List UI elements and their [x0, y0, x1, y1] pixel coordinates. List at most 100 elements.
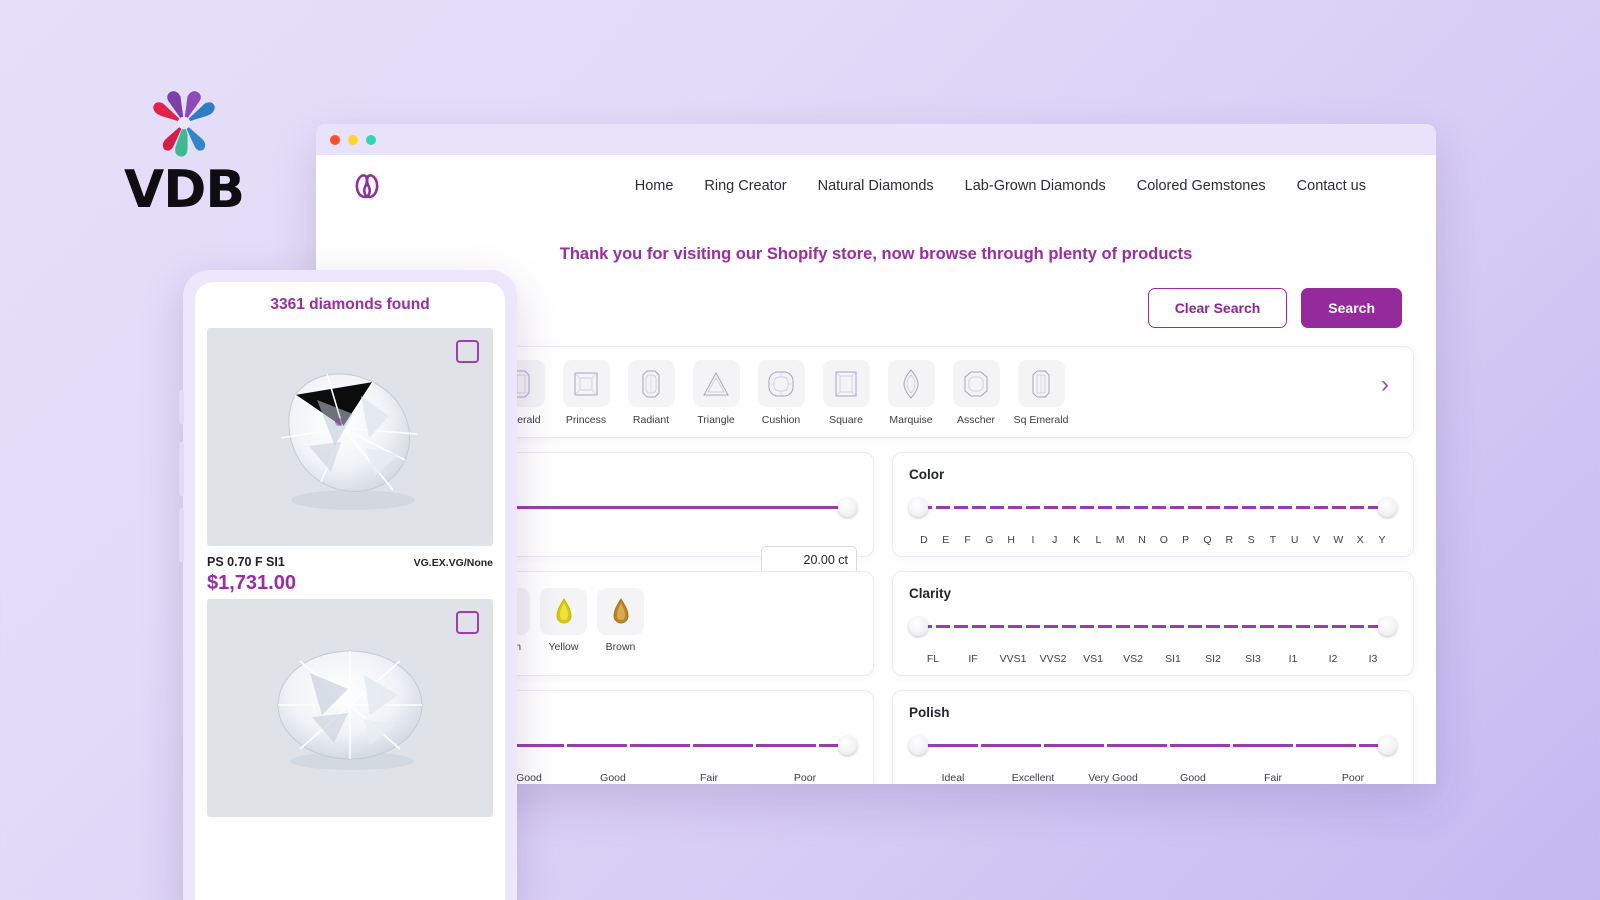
shape-option-square[interactable]: Square: [818, 360, 874, 426]
clarity-tick: VVS1: [999, 653, 1027, 665]
color-slider[interactable]: [909, 498, 1397, 532]
sq-emerald-shape-icon: [1017, 360, 1065, 407]
color-tick: M: [1115, 534, 1125, 546]
shape-option-asscher[interactable]: Asscher: [948, 360, 1004, 426]
clarity-track: [918, 625, 1388, 629]
nav-links: Home Ring Creator Natural Diamonds Lab-G…: [635, 178, 1400, 194]
clarity-knob-min[interactable]: [909, 617, 928, 636]
nav-item-natural-diamonds[interactable]: Natural Diamonds: [818, 178, 934, 194]
mobile-screen: 3361 diamonds found PS 0.70 F SI1 VG.EX.…: [195, 282, 505, 900]
window-maximize-dot[interactable]: [366, 134, 376, 145]
clear-search-button[interactable]: Clear Search: [1147, 288, 1288, 328]
mobile-button-volume-up[interactable]: [179, 442, 184, 496]
clarity-tick: VS1: [1083, 653, 1103, 665]
chevron-right-icon[interactable]: ›: [1367, 371, 1403, 399]
nav-item-lab-grown-diamonds[interactable]: Lab-Grown Diamonds: [965, 178, 1106, 194]
color-tick: U: [1290, 534, 1299, 546]
polish-knob-max[interactable]: [1378, 736, 1397, 755]
shape-label: Sq Emerald: [1013, 414, 1069, 426]
diamonds-found-count: 3361 diamonds found: [270, 296, 430, 313]
diamond-result-card[interactable]: PS 0.70 F SI1 VG.EX.VG/None $1,731.00: [207, 328, 493, 595]
diamond-grade: VG.EX.VG/None: [413, 557, 493, 569]
cut-tick: Fair: [699, 772, 719, 784]
clarity-tick: I2: [1328, 653, 1338, 665]
vdb-wordmark: VDB: [123, 160, 245, 220]
shape-option-sq-emerald[interactable]: Sq Emerald: [1013, 360, 1069, 426]
nav-item-ring-creator[interactable]: Ring Creator: [704, 178, 786, 194]
window-minimize-dot[interactable]: [348, 134, 358, 145]
fancy-color-brown[interactable]: Brown: [597, 588, 644, 653]
shape-label: Cushion: [761, 414, 801, 426]
clarity-tick: I3: [1368, 653, 1378, 665]
color-tick: V: [1313, 534, 1321, 546]
window-titlebar: [316, 124, 1436, 155]
clarity-tick: I1: [1288, 653, 1298, 665]
color-tick: J: [1052, 534, 1058, 546]
site-navbar: Home Ring Creator Natural Diamonds Lab-G…: [316, 155, 1436, 217]
shape-option-radiant[interactable]: Radiant: [623, 360, 679, 426]
diamond-spec: PS 0.70 F SI1: [207, 555, 285, 569]
search-actions: Clear Search Search: [1147, 288, 1402, 328]
diamond-price: $1,731.00: [207, 572, 296, 594]
mobile-preview-panel: 3361 diamonds found PS 0.70 F SI1 VG.EX.…: [179, 270, 517, 900]
color-tick: W: [1333, 534, 1344, 546]
color-tick: H: [1007, 534, 1015, 546]
polish-track: [918, 744, 1388, 748]
fancy-color-yellow[interactable]: Yellow: [540, 588, 587, 653]
vdb-star-icon: [153, 91, 215, 157]
color-tick: S: [1247, 534, 1255, 546]
clarity-filter-title: Clarity: [909, 586, 952, 601]
clarity-slider[interactable]: [909, 617, 1397, 651]
shape-label: Triangle: [697, 414, 735, 426]
polish-slider[interactable]: [909, 736, 1397, 770]
brown-gem-icon: [597, 588, 644, 635]
clarity-tick: SI2: [1205, 653, 1221, 665]
select-diamond-checkbox[interactable]: [456, 611, 479, 634]
shape-label: Princess: [565, 414, 607, 426]
radiant-shape-icon: [627, 360, 675, 407]
promo-banner: Thank you for visiting our Shopify store…: [559, 245, 1193, 263]
polish-tick: Good: [1180, 772, 1206, 784]
nav-item-home[interactable]: Home: [635, 178, 674, 194]
color-tick: D: [920, 534, 928, 546]
shape-label: Marquise: [889, 414, 933, 426]
shape-option-triangle[interactable]: Triangle: [688, 360, 744, 426]
color-tick: G: [985, 534, 994, 546]
polish-tick: Poor: [1341, 772, 1365, 784]
carat-knob-max[interactable]: [838, 498, 857, 517]
diamond-photo-oval[interactable]: [207, 599, 493, 817]
polish-knob-min[interactable]: [909, 736, 928, 755]
polish-tick: Very Good: [1088, 772, 1138, 784]
shape-option-marquise[interactable]: Marquise: [883, 360, 939, 426]
nav-item-contact-us[interactable]: Contact us: [1297, 178, 1366, 194]
clarity-tick: FL: [926, 653, 940, 665]
vdb-loop-icon[interactable]: [352, 171, 382, 201]
color-tick: R: [1225, 534, 1234, 546]
shape-option-cushion[interactable]: Cushion: [753, 360, 809, 426]
window-close-dot[interactable]: [330, 134, 340, 145]
color-knob-max[interactable]: [1378, 498, 1397, 517]
mobile-button-volume-down[interactable]: [179, 508, 184, 562]
mobile-button-silent[interactable]: [179, 390, 184, 424]
search-button[interactable]: Search: [1301, 288, 1402, 328]
oval-diamond-image: [277, 650, 423, 770]
polish-ticks: Ideal Excellent Very Good Good Fair Poor: [909, 772, 1397, 784]
color-tick: Y: [1378, 534, 1386, 546]
color-knob-min[interactable]: [909, 498, 928, 517]
shape-option-princess[interactable]: Princess: [558, 360, 614, 426]
color-tick: L: [1095, 534, 1102, 546]
diamond-photo-pear[interactable]: [207, 328, 493, 546]
diamond-result-card[interactable]: [207, 599, 493, 817]
nav-item-colored-gemstones[interactable]: Colored Gemstones: [1137, 178, 1266, 194]
color-tick: T: [1269, 534, 1277, 546]
clarity-knob-max[interactable]: [1378, 617, 1397, 636]
cushion-shape-icon: [757, 360, 805, 407]
color-tick: I: [1031, 534, 1035, 546]
select-diamond-checkbox[interactable]: [456, 340, 479, 363]
polish-tick: Excellent: [1011, 772, 1055, 784]
fancy-color-label: Yellow: [548, 641, 579, 653]
color-tick: F: [964, 534, 971, 546]
cut-knob-max[interactable]: [838, 736, 857, 755]
clarity-tick: IF: [968, 653, 978, 665]
color-tick: N: [1138, 534, 1146, 546]
